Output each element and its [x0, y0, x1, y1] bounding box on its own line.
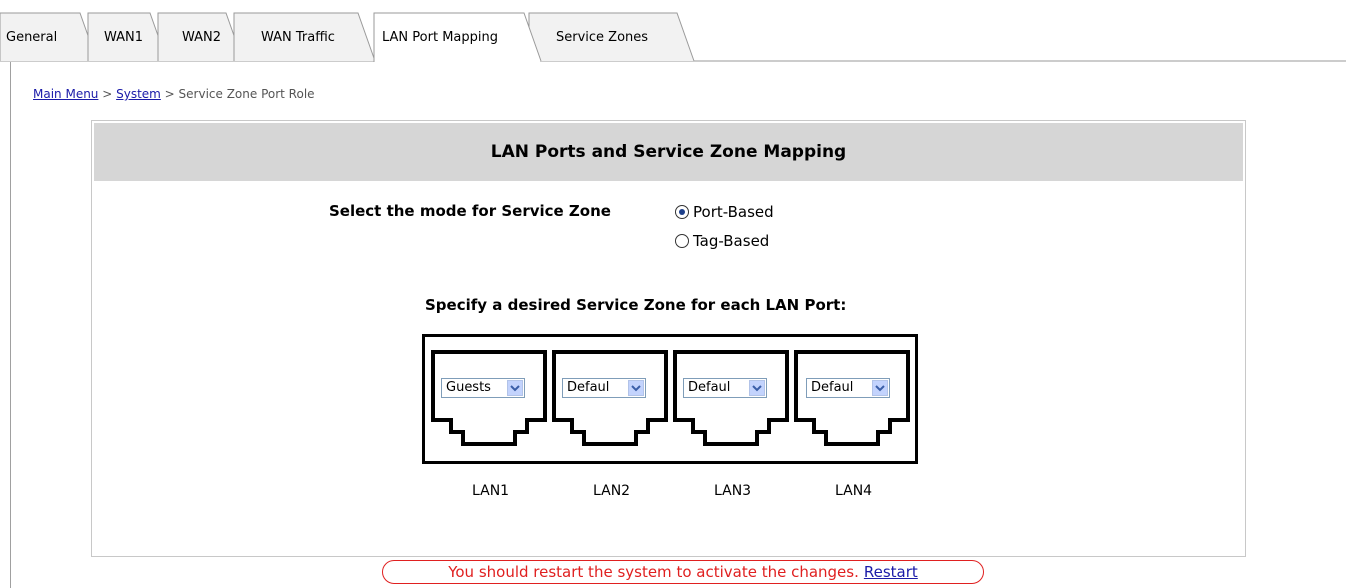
rj45-port-icon: [552, 350, 668, 446]
lan1-zone-select[interactable]: Guests: [441, 378, 525, 398]
radio-port-based-label: Port-Based: [693, 203, 774, 221]
tab-wan1[interactable]: WAN1: [104, 30, 143, 46]
lan1-zone-value: Guests: [446, 380, 491, 395]
rj45-port-icon: [794, 350, 910, 446]
breadcrumb-main-menu-link[interactable]: Main Menu: [33, 87, 98, 101]
rj45-port-icon: [431, 350, 547, 446]
breadcrumb: Main Menu > System > Service Zone Port R…: [33, 87, 315, 101]
chevron-down-icon[interactable]: [628, 380, 644, 396]
lan4-zone-value: Defaul: [811, 380, 854, 395]
content-left-border: [10, 62, 11, 588]
chevron-down-icon[interactable]: [749, 380, 765, 396]
lan2-zone-value: Defaul: [567, 380, 610, 395]
tab-service-zones[interactable]: Service Zones: [556, 30, 648, 46]
tab-wan2[interactable]: WAN2: [182, 30, 221, 46]
tab-lan-port-mapping[interactable]: LAN Port Mapping: [382, 30, 498, 46]
lan2-zone-select[interactable]: Defaul: [562, 378, 646, 398]
chevron-down-icon[interactable]: [507, 380, 523, 396]
radio-port-based[interactable]: Port-Based: [675, 203, 774, 221]
radio-tag-based-label: Tag-Based: [693, 232, 770, 250]
breadcrumb-current: Service Zone Port Role: [178, 87, 315, 101]
tab-wan-traffic[interactable]: WAN Traffic: [261, 30, 335, 46]
lan4-label: LAN4: [835, 483, 873, 499]
breadcrumb-separator: >: [98, 87, 117, 101]
lan4-zone-select[interactable]: Defaul: [806, 378, 890, 398]
panel-title: LAN Ports and Service Zone Mapping: [94, 123, 1243, 181]
restart-notice: You should restart the system to activat…: [382, 560, 984, 584]
tab-general[interactable]: General: [6, 30, 57, 46]
page: General WAN1 WAN2 WAN Traffic LAN Port M…: [0, 0, 1346, 588]
breadcrumb-system-link[interactable]: System: [116, 87, 161, 101]
breadcrumb-separator: >: [160, 87, 179, 101]
restart-link[interactable]: Restart: [864, 563, 918, 581]
chevron-down-icon[interactable]: [872, 380, 888, 396]
radio-button-checked-icon[interactable]: [675, 205, 689, 219]
rj45-port-icon: [673, 350, 789, 446]
restart-notice-text: You should restart the system to activat…: [448, 563, 859, 581]
lan3-zone-select[interactable]: Defaul: [683, 378, 767, 398]
mode-label: Select the mode for Service Zone: [329, 202, 611, 220]
radio-tag-based[interactable]: Tag-Based: [675, 232, 769, 250]
lan3-label: LAN3: [714, 483, 752, 499]
lan3-zone-value: Defaul: [688, 380, 731, 395]
lan1-label: LAN1: [472, 483, 510, 499]
lan2-label: LAN2: [593, 483, 631, 499]
tab-bar: General WAN1 WAN2 WAN Traffic LAN Port M…: [0, 0, 1346, 62]
radio-button-unchecked-icon[interactable]: [675, 234, 689, 248]
specify-zone-label: Specify a desired Service Zone for each …: [425, 296, 847, 314]
